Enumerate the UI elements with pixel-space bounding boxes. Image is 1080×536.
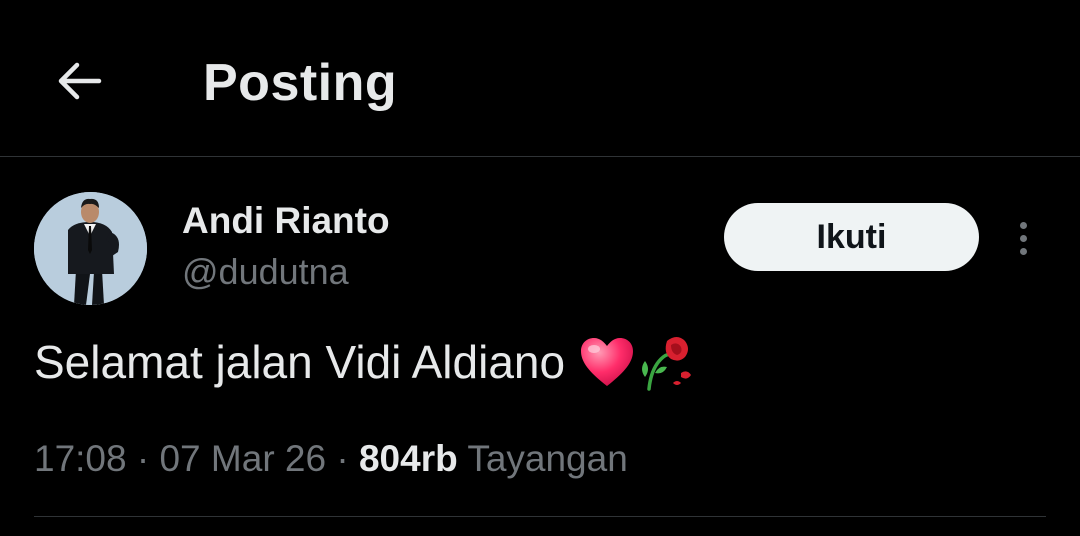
divider: [34, 516, 1046, 517]
arrow-left-icon: [58, 62, 102, 100]
back-button[interactable]: [48, 50, 110, 112]
post-body: Selamat jalan Vidi Aldiano: [34, 332, 693, 392]
views-label[interactable]: Tayangan: [467, 438, 627, 479]
more-vertical-icon-dot-3: [1019, 247, 1027, 255]
avatar[interactable]: [34, 192, 147, 305]
meta-separator-1: ·: [126, 438, 160, 479]
post-emojis: [579, 333, 693, 391]
heart-emoji-icon: [581, 338, 634, 386]
post-time[interactable]: 17:08: [34, 438, 127, 479]
author-display-name[interactable]: Andi Rianto: [182, 198, 390, 244]
follow-button[interactable]: Ikuti: [724, 203, 979, 271]
more-button[interactable]: [1003, 213, 1043, 263]
meta-separator-2: ·: [326, 438, 359, 479]
wilted-rose-emoji-icon: [642, 337, 692, 391]
author-handle[interactable]: @dudutna: [182, 250, 349, 294]
page-title: Posting: [203, 54, 398, 112]
post-date[interactable]: 07 Mar 26: [159, 438, 326, 479]
more-vertical-icon-dot-2: [1019, 234, 1027, 242]
views-count[interactable]: 804rb: [359, 438, 458, 479]
post-meta: 17:08 · 07 Mar 26 · 804rb Tayangan: [34, 434, 628, 484]
more-vertical-icon-dot-1: [1019, 221, 1027, 229]
top-bar: Posting: [0, 0, 1080, 157]
avatar-photo: [34, 192, 147, 305]
post-text: Selamat jalan Vidi Aldiano: [34, 336, 566, 388]
